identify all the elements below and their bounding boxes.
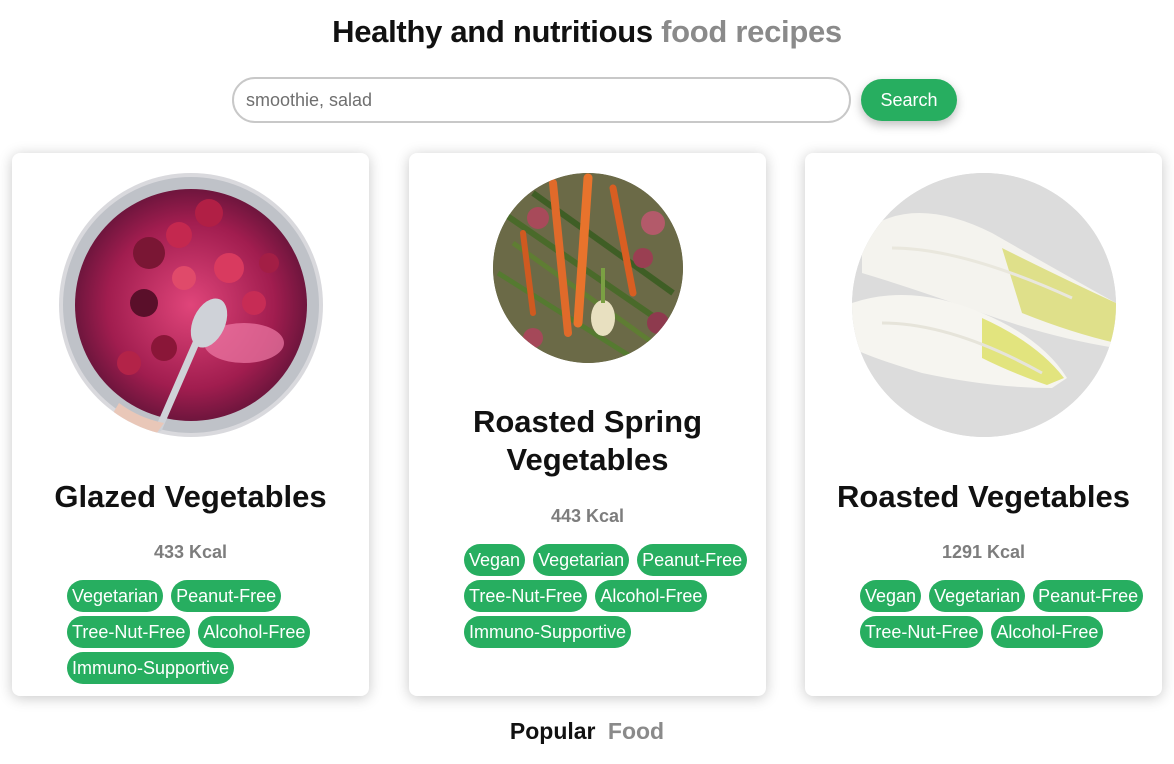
tag[interactable]: Vegan <box>464 544 526 576</box>
recipe-card[interactable]: Roasted Spring Vegetables 443 Kcal Vegan… <box>409 153 766 696</box>
tag[interactable]: Tree-Nut-Free <box>464 580 588 612</box>
tag[interactable]: Peanut-Free <box>171 580 282 612</box>
page-title-secondary: food recipes <box>661 14 842 49</box>
recipe-tags: Vegan Vegetarian Peanut-Free Tree-Nut-Fr… <box>464 544 754 648</box>
tag[interactable]: Vegetarian <box>533 544 630 576</box>
search-input[interactable] <box>232 77 851 123</box>
recipe-image[interactable] <box>852 173 1116 437</box>
section-title-primary: Popular <box>509 718 596 744</box>
recipe-card[interactable]: Roasted Vegetables 1291 Kcal Vegan Veget… <box>805 153 1162 696</box>
recipe-card[interactable]: Glazed Vegetables 433 Kcal Vegetarian Pe… <box>12 153 369 696</box>
recipe-kcal: 1291 Kcal <box>941 542 1026 562</box>
recipe-tags: Vegetarian Peanut-Free Tree-Nut-Free Alc… <box>67 580 357 684</box>
search-button[interactable]: Search <box>861 79 957 121</box>
tag[interactable]: Peanut-Free <box>1033 580 1144 612</box>
section-title: Popular Food <box>0 718 1174 745</box>
recipe-kcal: 443 Kcal <box>550 506 625 526</box>
tag[interactable]: Tree-Nut-Free <box>67 616 191 648</box>
recipe-image[interactable] <box>493 173 683 363</box>
tag[interactable]: Alcohol-Free <box>991 616 1104 648</box>
page-title: Healthy and nutritious food recipes <box>0 14 1174 50</box>
recipe-tags: Vegan Vegetarian Peanut-Free Tree-Nut-Fr… <box>860 580 1150 648</box>
tag[interactable]: Vegetarian <box>67 580 164 612</box>
tag[interactable]: Tree-Nut-Free <box>860 616 984 648</box>
tag[interactable]: Alcohol-Free <box>198 616 311 648</box>
section-title-secondary: Food <box>607 718 665 744</box>
page-title-primary: Healthy and nutritious <box>332 14 653 49</box>
tag[interactable]: Peanut-Free <box>637 544 748 576</box>
tag[interactable]: Immuno-Supportive <box>67 652 235 684</box>
recipe-name: Roasted Vegetables <box>837 479 1130 514</box>
recipe-name: Glazed Vegetables <box>54 479 327 514</box>
recipe-image[interactable] <box>59 173 323 437</box>
tag[interactable]: Immuno-Supportive <box>464 616 632 648</box>
tag[interactable]: Vegan <box>860 580 922 612</box>
tag[interactable]: Vegetarian <box>929 580 1026 612</box>
tag[interactable]: Alcohol-Free <box>595 580 708 612</box>
recipe-kcal: 433 Kcal <box>153 542 228 562</box>
recipe-name: Roasted Spring Vegetables <box>472 404 703 477</box>
